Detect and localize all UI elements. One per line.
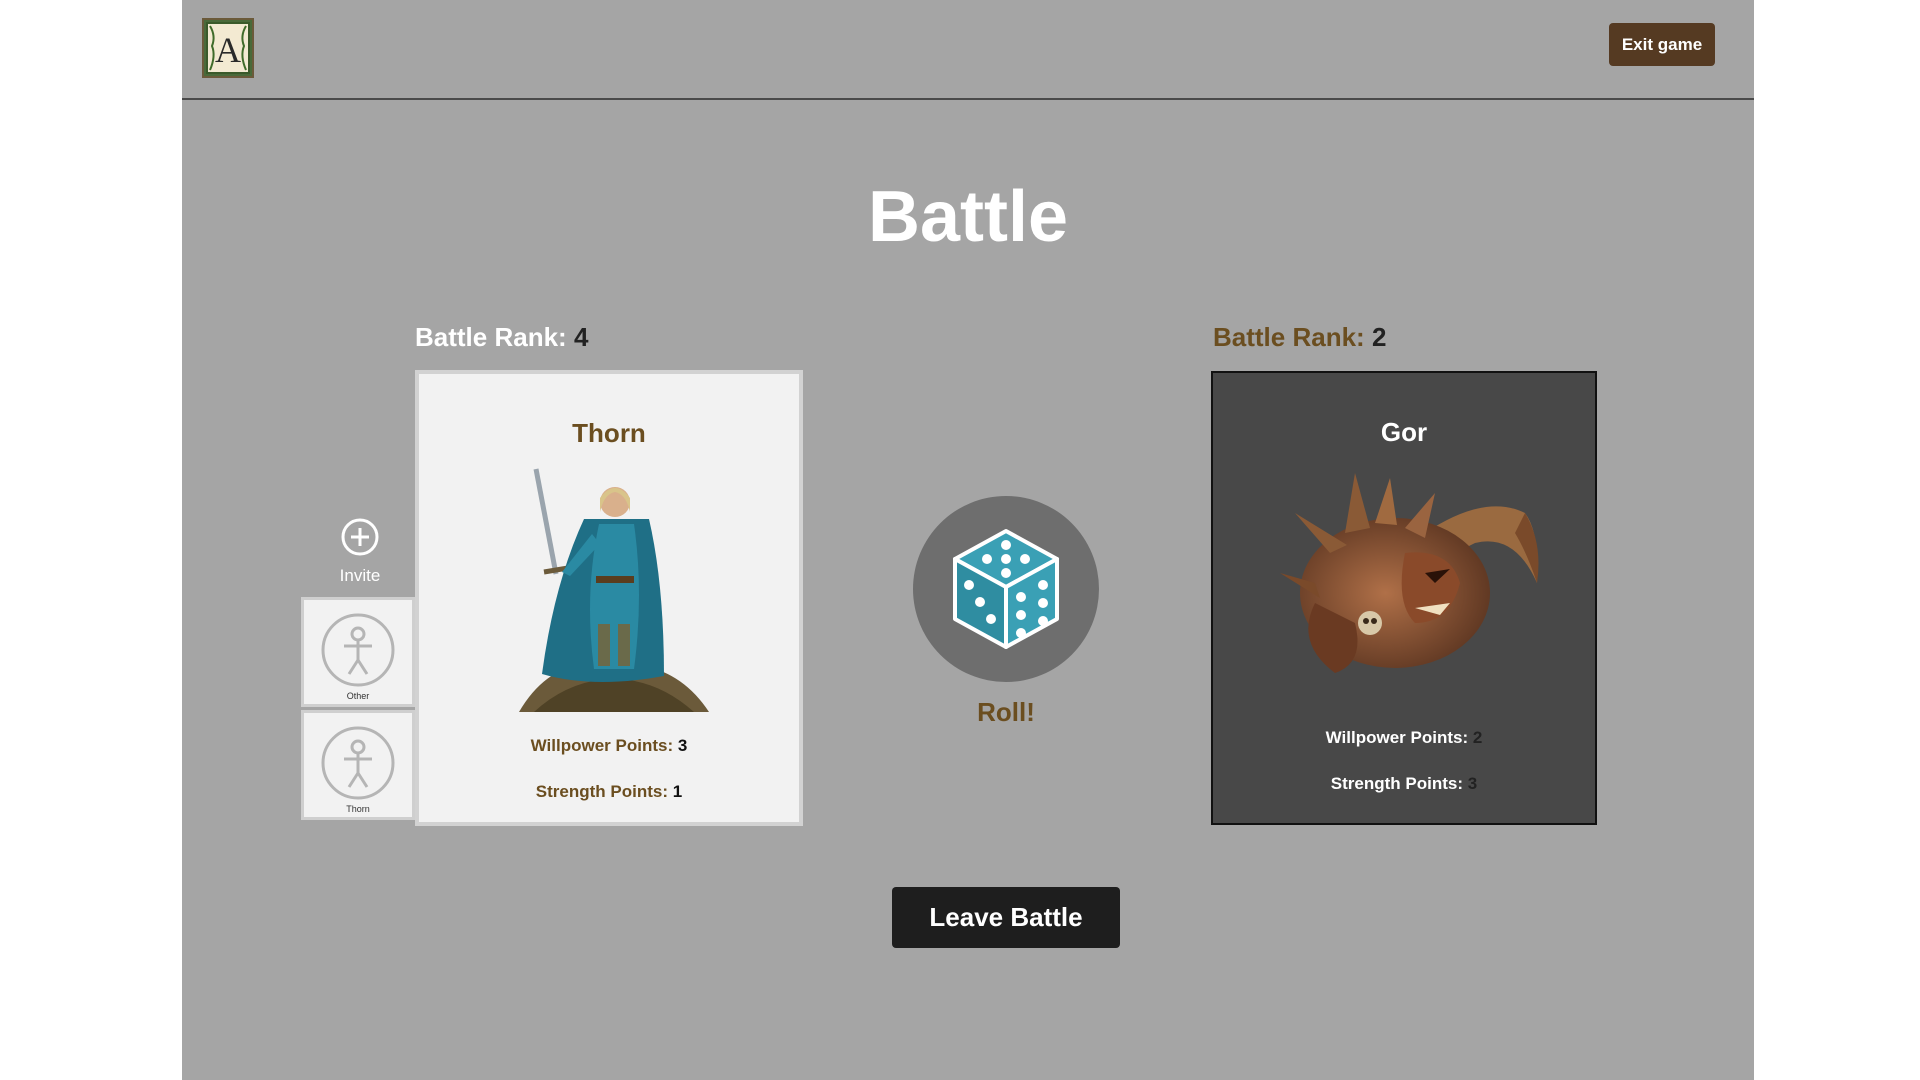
enemy-name: Gor [1380, 417, 1428, 447]
dice-icon [953, 529, 1059, 649]
roll-label[interactable]: Roll! [913, 697, 1099, 728]
enemy-rank-value: 2 [1371, 322, 1387, 352]
party-member-other[interactable]: Other [301, 597, 415, 707]
enemy-card: Gor Willpower Points: 2 Strength Points:… [1211, 371, 1597, 825]
game-screen: A Exit game Battle Battle Rank: 4 Battle… [182, 0, 1754, 1080]
invite-label: Invite [339, 566, 381, 585]
page-title: Battle [867, 177, 1069, 257]
enemy-strength-value: 3 [1467, 774, 1478, 793]
hero-strength: Strength Points: 1 [419, 782, 799, 802]
roll-dice-button[interactable] [913, 496, 1099, 682]
hero-strength-label: Strength Points: [535, 782, 668, 801]
enemy-portrait [1280, 473, 1539, 673]
person-icon [321, 726, 395, 800]
person-icon [321, 613, 395, 687]
hero-battle-rank: Battle Rank: 4 [415, 322, 588, 353]
hero-name: Thorn [572, 418, 646, 448]
exit-game-button[interactable]: Exit game [1609, 23, 1715, 66]
logo-letter: A [215, 30, 241, 70]
plus-circle-icon [341, 518, 379, 556]
hero-willpower: Willpower Points: 3 [419, 736, 799, 756]
party-member-thorn[interactable]: Thorn [301, 710, 415, 820]
enemy-strength-label: Strength Points: [1330, 774, 1463, 793]
hero-willpower-value: 3 [677, 736, 688, 755]
party-member-name: Other [346, 691, 370, 701]
enemy-willpower: Willpower Points: 2 [1213, 728, 1595, 748]
logo-emblem-icon: A [206, 22, 250, 74]
hero-strength-value: 1 [672, 782, 683, 801]
hero-portrait [519, 468, 709, 712]
enemy-battle-rank: Battle Rank: 2 [1213, 322, 1386, 353]
enemy-strength: Strength Points: 3 [1213, 774, 1595, 794]
game-logo: A [202, 18, 254, 78]
hero-rank-label: Battle Rank: [415, 322, 567, 352]
top-bar: A Exit game [182, 0, 1754, 100]
leave-battle-button[interactable]: Leave Battle [892, 887, 1120, 948]
enemy-willpower-value: 2 [1472, 728, 1483, 747]
invite-button[interactable]: Invite [325, 517, 395, 586]
enemy-rank-label: Battle Rank: [1213, 322, 1365, 352]
party-member-name: Thorn [346, 804, 370, 814]
hero-willpower-label: Willpower Points: [530, 736, 674, 755]
hero-card: Thorn Willpower Points: 3 Strength Point… [415, 370, 803, 826]
hero-rank-value: 4 [573, 322, 589, 352]
enemy-willpower-label: Willpower Points: [1325, 728, 1469, 747]
